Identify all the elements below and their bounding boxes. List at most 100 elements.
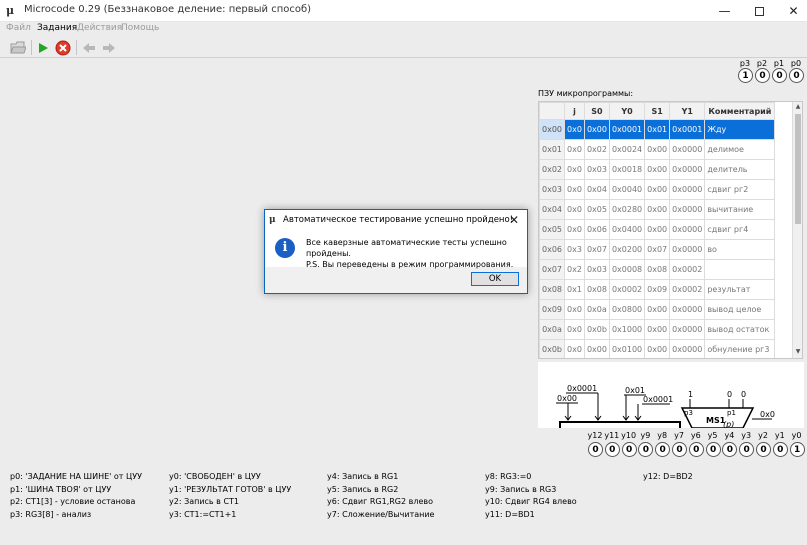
rom-cell-y1[interactable]: 0x0001: [669, 119, 706, 140]
rom-row-address[interactable]: 0x01: [539, 139, 566, 160]
rom-row[interactable]: 0x0a 0x0 0x0b 0x1000 0x00 0x0000 вывод остаток: [539, 319, 776, 340]
rom-cell-y0[interactable]: 0x0100: [608, 339, 646, 358]
flag-bit-p3[interactable]: 1: [738, 68, 753, 83]
column-header-y0[interactable]: Y0: [608, 102, 646, 120]
rom-cell-s0[interactable]: 0x02: [583, 139, 610, 160]
rom-cell-комментарий[interactable]: делимое: [704, 139, 776, 160]
rom-cell-s0[interactable]: 0x07: [583, 239, 610, 260]
ok-button[interactable]: OK: [471, 272, 519, 286]
rom-row[interactable]: 0x07 0x2 0x03 0x0008 0x08 0x0002: [539, 259, 776, 280]
rom-cell-y1[interactable]: 0x0000: [669, 159, 706, 180]
rom-cell-комментарий[interactable]: результат: [704, 279, 776, 300]
rom-row-address[interactable]: 0x0a: [539, 319, 566, 340]
rom-cell-комментарий[interactable]: Жду: [704, 119, 776, 140]
rom-cell-j[interactable]: 0x0: [564, 319, 585, 340]
rom-cell-s0[interactable]: 0x00: [583, 119, 610, 140]
rom-cell-y1[interactable]: 0x0000: [669, 319, 706, 340]
rom-row[interactable]: 0x03 0x0 0x04 0x0040 0x00 0x0000 сдвиг рг2: [539, 179, 776, 200]
rom-cell-y0[interactable]: 0x0800: [608, 299, 646, 320]
column-header-s1[interactable]: S1: [644, 102, 671, 120]
rom-cell-комментарий[interactable]: вычитание: [704, 199, 776, 220]
rom-cell-y1[interactable]: 0x0000: [669, 199, 706, 220]
rom-scrollbar[interactable]: ▲ ▼: [792, 102, 802, 358]
rom-cell-комментарий[interactable]: [704, 259, 776, 280]
rom-cell-s0[interactable]: 0x0b: [583, 319, 610, 340]
ybit-y12[interactable]: 0: [588, 442, 603, 457]
ybit-y5[interactable]: 0: [705, 442, 721, 457]
rom-cell-y0[interactable]: 0x0200: [608, 239, 646, 260]
dialog-close-button[interactable]: ✕: [509, 213, 519, 227]
rom-cell-s1[interactable]: 0x00: [644, 219, 671, 240]
rom-row-address[interactable]: 0x0b: [539, 339, 566, 358]
open-button[interactable]: [9, 39, 27, 57]
scroll-thumb[interactable]: [795, 114, 801, 224]
rom-cell-y0[interactable]: 0x0024: [608, 139, 646, 160]
rom-cell-s0[interactable]: 0x00: [583, 339, 610, 358]
rom-cell-j[interactable]: 0x2: [564, 259, 585, 280]
ybit-y7[interactable]: 0: [672, 442, 687, 457]
rom-cell-j[interactable]: 0x0: [564, 119, 585, 140]
rom-cell-s1[interactable]: 0x00: [644, 199, 671, 220]
rom-cell-y0[interactable]: 0x0008: [608, 259, 646, 280]
rom-cell-s1[interactable]: 0x00: [644, 179, 671, 200]
rom-cell-j[interactable]: 0x3: [564, 239, 585, 260]
rom-cell-s0[interactable]: 0x03: [583, 259, 610, 280]
menu-actions[interactable]: Действия: [77, 23, 122, 33]
flag-bit-p2[interactable]: 0: [755, 68, 770, 83]
rom-cell-j[interactable]: 0x0: [564, 199, 585, 220]
rom-cell-s1[interactable]: 0x01: [644, 119, 671, 140]
rom-row-address[interactable]: 0x03: [539, 179, 566, 200]
rom-cell-y1[interactable]: 0x0000: [669, 179, 706, 200]
rom-cell-y0[interactable]: 0x0400: [608, 219, 646, 240]
rom-row-address[interactable]: 0x08: [539, 279, 566, 300]
rom-row[interactable]: 0x01 0x0 0x02 0x0024 0x00 0x0000 делимое: [539, 139, 776, 160]
rom-row-address[interactable]: 0x02: [539, 159, 566, 180]
rom-cell-y1[interactable]: 0x0000: [669, 339, 706, 358]
rom-cell-y0[interactable]: 0x0001: [608, 119, 646, 140]
rom-row-address[interactable]: 0x09: [539, 299, 566, 320]
column-header-j[interactable]: j: [564, 102, 585, 120]
ybit-y2[interactable]: 0: [756, 442, 771, 457]
rom-cell-s1[interactable]: 0x08: [644, 259, 671, 280]
ybit-y3[interactable]: 0: [739, 442, 755, 457]
scroll-down-icon[interactable]: ▼: [794, 348, 802, 357]
ybit-y11[interactable]: 0: [604, 442, 620, 457]
ybit-y6[interactable]: 0: [688, 442, 704, 457]
flag-bit-p0[interactable]: 0: [789, 68, 804, 83]
rom-cell-y0[interactable]: 0x0002: [608, 279, 646, 300]
menu-tasks[interactable]: Задания: [37, 23, 77, 33]
rom-cell-s0[interactable]: 0x0a: [583, 299, 610, 320]
forward-button[interactable]: [100, 39, 118, 57]
stop-button[interactable]: [54, 39, 72, 57]
ybit-y4[interactable]: 0: [722, 442, 738, 457]
ybit-y9[interactable]: 0: [638, 442, 654, 457]
rom-cell-j[interactable]: 0x0: [564, 179, 585, 200]
back-button[interactable]: [80, 39, 98, 57]
rom-cell-y0[interactable]: 0x0040: [608, 179, 646, 200]
rom-cell-j[interactable]: 0x1: [564, 279, 585, 300]
rom-cell-s1[interactable]: 0x00: [644, 339, 671, 358]
rom-cell-y1[interactable]: 0x0002: [669, 279, 706, 300]
rom-row-address[interactable]: 0x05: [539, 219, 566, 240]
rom-row[interactable]: 0x06 0x3 0x07 0x0200 0x07 0x0000 во: [539, 239, 776, 260]
rom-cell-s1[interactable]: 0x00: [644, 139, 671, 160]
rom-cell-s1[interactable]: 0x00: [644, 299, 671, 320]
rom-row-address[interactable]: 0x04: [539, 199, 566, 220]
rom-row[interactable]: 0x00 0x0 0x00 0x0001 0x01 0x0001 Жду: [539, 119, 776, 140]
rom-cell-s1[interactable]: 0x00: [644, 319, 671, 340]
rom-cell-s0[interactable]: 0x03: [583, 159, 610, 180]
scroll-up-icon[interactable]: ▲: [794, 103, 802, 112]
rom-cell-y1[interactable]: 0x0000: [669, 219, 706, 240]
rom-row-address[interactable]: 0x00: [539, 119, 566, 140]
ybit-y8[interactable]: 0: [655, 442, 671, 457]
menu-file[interactable]: Файл: [6, 23, 31, 33]
rom-row[interactable]: 0x02 0x0 0x03 0x0018 0x00 0x0000 делитель: [539, 159, 776, 180]
rom-cell-y0[interactable]: 0x1000: [608, 319, 646, 340]
rom-cell-j[interactable]: 0x0: [564, 219, 585, 240]
column-header-y1[interactable]: Y1: [669, 102, 706, 120]
rom-cell-комментарий[interactable]: обнуление рг3: [704, 339, 776, 358]
rom-cell-комментарий[interactable]: во: [704, 239, 776, 260]
menu-help[interactable]: Помощь: [121, 23, 159, 33]
rom-row[interactable]: 0x05 0x0 0x06 0x0400 0x00 0x0000 сдвиг рг4: [539, 219, 776, 240]
flag-bit-p1[interactable]: 0: [772, 68, 787, 83]
